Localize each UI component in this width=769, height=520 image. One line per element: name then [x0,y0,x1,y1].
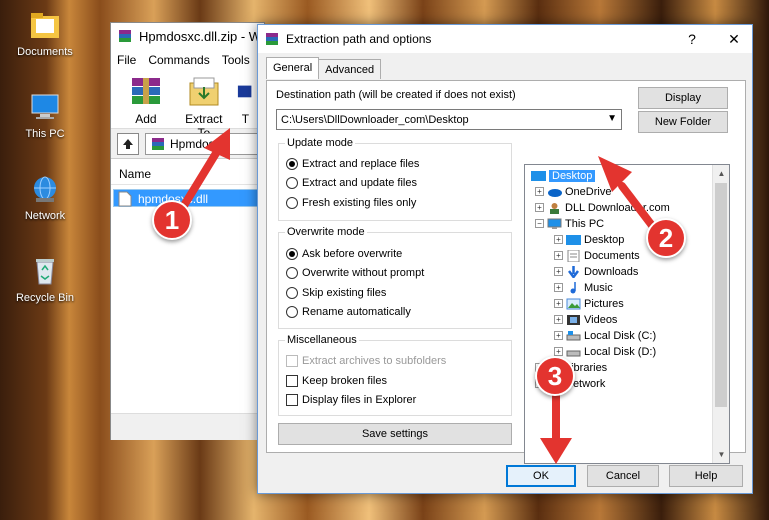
arrow-3 [540,390,572,464]
tab-general[interactable]: General [266,57,320,79]
callout-badge-2: 2 [646,218,686,258]
callout-badge-3: 3 [535,356,575,396]
arrow-1 [176,128,230,216]
annotation-arrows [176,128,664,464]
callout-badge-1: 1 [152,200,192,240]
